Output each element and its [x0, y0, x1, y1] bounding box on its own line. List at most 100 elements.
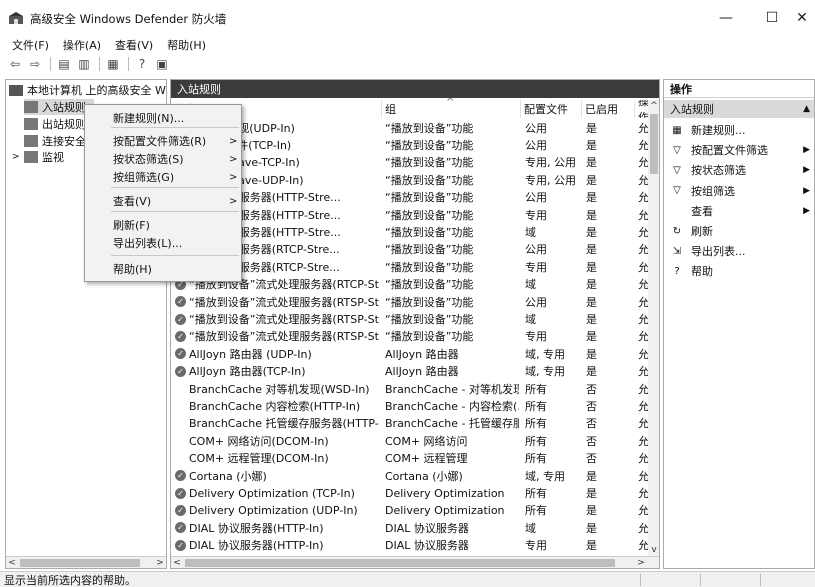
action-item[interactable]: ▽ 按配置文件筛选 ▶ [664, 140, 814, 160]
scroll-thumb[interactable] [20, 559, 140, 567]
table-row[interactable]: ✓“播放到设备”流式处理服务器(RTCP-Stre...“播放到设备”功能域是允 [171, 276, 649, 293]
cell-name: AllJoyn 路由器 (UDP-In) [189, 347, 312, 361]
menu-help[interactable]: 帮助(H) [167, 37, 206, 53]
table-row[interactable]: COM+ 远程管理(DCOM-In) COM+ 远程管理 所有 否 允 [171, 450, 649, 467]
table-row[interactable]: ✓”功能(qWave-TCP-In)“播放到设备”功能专用, 公用是允 [171, 154, 649, 171]
menu-file[interactable]: 文件(F) [12, 37, 49, 53]
context-menu-item[interactable]: 按配置文件筛选(R) > [85, 132, 241, 150]
column-header-group[interactable]: 组 ^ [382, 97, 521, 118]
tree-horizontal-scrollbar[interactable]: < > [6, 556, 166, 568]
show-hide-tree-icon[interactable]: ▥ [75, 56, 93, 72]
table-row[interactable]: BranchCache 托管缓存服务器(HTTP-In) BranchCache … [171, 415, 649, 432]
context-menu-item[interactable]: 按组筛选(G) > [85, 168, 241, 186]
table-row[interactable]: ✓“播放到设备”流式处理服务器(RTSP-Stre... “播放到设备”功能 专用 是… [171, 328, 649, 345]
tree-item-monitoring[interactable]: > 监视 [12, 149, 64, 165]
collapse-up-icon[interactable]: ▲ [803, 104, 810, 114]
table-row[interactable]: ✓ Delivery Optimization (TCP-In) Delivery … [171, 484, 649, 501]
help-icon[interactable]: ? [133, 56, 151, 72]
table-row[interactable]: ✓”流式处理服务器(HTTP-Stre...“播放到设备”功能域是允 [171, 223, 649, 240]
close-button[interactable]: ✕ [779, 0, 815, 36]
action-item[interactable]: ? 帮助 [664, 261, 814, 281]
cell-on: 否 [586, 434, 597, 448]
context-menu-item[interactable]: 导出列表(L)... [85, 234, 241, 252]
cell-action: 允 [638, 313, 648, 327]
table-row[interactable]: ✓”功能(qWave-UDP-In)“播放到设备”功能专用, 公用是允 [171, 171, 649, 188]
cell-profile: 域 [525, 278, 536, 292]
status-bar: 显示当前所选内容的帮助。 [0, 571, 815, 587]
cell-on: 是 [586, 278, 597, 292]
action-item[interactable]: ▽ 按组筛选 ▶ [664, 181, 814, 201]
table-row[interactable]: ✓ Delivery Optimization (UDP-In) Delivery … [171, 502, 649, 519]
table-row[interactable]: ✓“播放到设备”流式处理服务器(RTSP-Stre... “播放到设备”功能 公用 是… [171, 293, 649, 310]
action-item[interactable]: ▽ 按状态筛选 ▶ [664, 160, 814, 180]
cell-action: 允 [638, 226, 648, 240]
table-row[interactable]: ✓ Cortana (小娜) Cortana (小娜) 域, 专用是允 [171, 467, 649, 484]
list-horizontal-scrollbar[interactable]: < > [171, 556, 659, 568]
table-row[interactable]: ✓ AllJoyn 路由器 (UDP-In) AllJoyn 路由器 域, 专用 是 允 [171, 345, 649, 362]
status-divider [760, 574, 761, 586]
window-title: 高级安全 Windows Defender 防火墙 [30, 12, 227, 26]
context-menu-item[interactable]: 刷新(F) [85, 216, 241, 234]
context-menu-item[interactable]: 帮助(H) [85, 260, 241, 278]
tree-root[interactable]: 本地计算机 上的高级安全 Windows Defender 防火墙 [9, 82, 166, 98]
column-header-action[interactable]: 操作 [635, 100, 649, 118]
table-row[interactable]: ✓“UPnP 事件(TCP-In)“播放到设备”功能公用是允 [171, 136, 649, 153]
cell-on: 是 [586, 156, 597, 170]
cell-profile: 域 [525, 521, 536, 535]
table-row[interactable]: ✓”流式处理服务器(RTCP-Stre...“播放到设备”功能公用是允 [171, 241, 649, 258]
cell-profile: 域 [525, 226, 536, 240]
table-row[interactable]: ✓ AllJoyn 路由器(TCP-In) AllJoyn 路由器 域, 专用 是 允 [171, 363, 649, 380]
actions-group-inbound-rules[interactable]: 入站规则 ▲ [664, 100, 814, 118]
properties-icon[interactable]: ▣ [153, 56, 171, 72]
action-item[interactable]: 查看 ▶ [664, 201, 814, 221]
menu-view[interactable]: 查看(V) [115, 37, 153, 53]
chevron-right-icon[interactable]: > [12, 152, 24, 162]
cell-action: 允 [638, 487, 648, 501]
action-item[interactable]: ▦ 新建规则... [664, 120, 814, 140]
export-icon[interactable]: ▦ [104, 56, 122, 72]
scroll-right-arrow-icon[interactable]: > [154, 557, 166, 568]
scroll-down-arrow-icon[interactable]: v [648, 544, 659, 556]
context-menu-item[interactable]: 按状态筛选(S) > [85, 150, 241, 168]
scroll-up-arrow-icon[interactable]: ^ [648, 100, 659, 112]
back-icon[interactable]: ⇦ [6, 56, 24, 72]
scroll-right-arrow-icon[interactable]: > [635, 557, 647, 568]
cell-name: BranchCache 托管缓存服务器(HTTP-In) [189, 417, 379, 431]
table-row[interactable]: COM+ 网络访问(DCOM-In) COM+ 网络访问 所有 否 允 [171, 432, 649, 449]
tree-item-outbound-rules[interactable]: 出站规则 [24, 116, 86, 132]
context-menu-item[interactable]: 新建规则(N)... [85, 109, 241, 127]
column-header-profile[interactable]: 配置文件 [521, 100, 582, 118]
cell-profile: 所有 [525, 417, 547, 431]
scroll-left-arrow-icon[interactable]: < [6, 557, 18, 568]
cell-profile: 域 [525, 313, 536, 327]
table-row[interactable]: ✓ DIAL 协议服务器(HTTP-In) DIAL 协议服务器 专用 是 允 [171, 537, 649, 554]
up-folder-icon[interactable]: ▤ [55, 56, 73, 72]
scroll-thumb[interactable] [650, 114, 658, 174]
cell-action: 允 [638, 139, 648, 153]
table-row[interactable]: BranchCache 对等机发现(WSD-In) BranchCache - 对… [171, 380, 649, 397]
table-row[interactable]: ✓“播放到设备”流式处理服务器(RTSP-Stre... “播放到设备”功能 域 是 允 [171, 310, 649, 327]
minimize-button[interactable]: — [703, 0, 749, 36]
table-row[interactable]: ✓ DIAL 协议服务器(HTTP-In) DIAL 协议服务器 域 是 允 [171, 519, 649, 536]
table-row[interactable]: ✓“SSDP 发现(UDP-In)“播放到设备”功能公用是允 [171, 119, 649, 136]
column-header-enabled[interactable]: 已启用 [582, 100, 635, 118]
action-item[interactable]: ⇲ 导出列表... [664, 241, 814, 261]
table-row[interactable]: ✓”流式处理服务器(HTTP-Stre...“播放到设备”功能公用是允 [171, 189, 649, 206]
context-menu-label: 按配置文件筛选(R) [113, 135, 207, 148]
scroll-left-arrow-icon[interactable]: < [171, 557, 183, 568]
table-row[interactable]: ✓”流式处理服务器(HTTP-Stre...“播放到设备”功能专用是允 [171, 206, 649, 223]
list-vertical-scrollbar[interactable]: ^ v [648, 100, 659, 556]
cell-name: COM+ 远程管理(DCOM-In) [189, 452, 329, 466]
table-row[interactable]: BranchCache 内容检索(HTTP-In) BranchCache - 内… [171, 397, 649, 414]
firewall-icon [9, 84, 23, 96]
forward-icon[interactable]: ⇨ [26, 56, 44, 72]
cell-group: “播放到设备”功能 [385, 121, 474, 135]
context-menu-item[interactable]: 查看(V) > [85, 192, 241, 210]
toolbar-separator [50, 57, 51, 71]
enabled-check-icon: ✓ [175, 504, 186, 516]
cell-action: 允 [638, 121, 648, 135]
menu-action[interactable]: 操作(A) [63, 37, 101, 53]
scroll-thumb[interactable] [185, 559, 615, 567]
table-row[interactable]: ✓”流式处理服务器(RTCP-Stre...“播放到设备”功能专用是允 [171, 258, 649, 275]
action-item[interactable]: ↻ 刷新 [664, 221, 814, 241]
